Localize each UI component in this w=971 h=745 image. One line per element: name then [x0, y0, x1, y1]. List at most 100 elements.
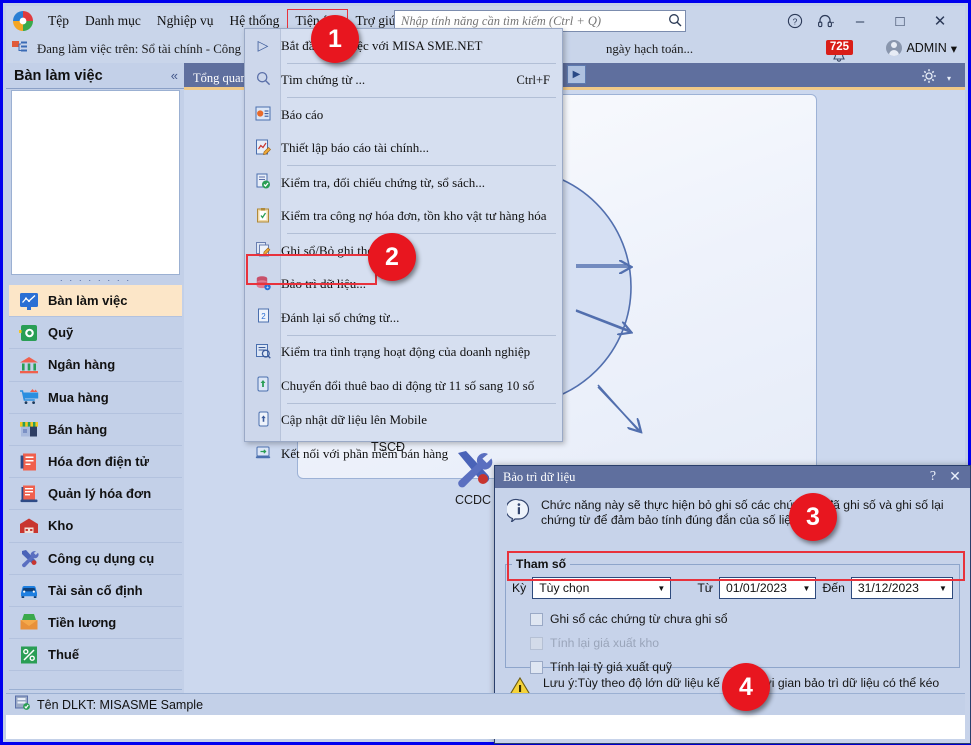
svg-text:?: ?: [793, 16, 798, 26]
to-date-combo[interactable]: 31/12/2023 ▼: [850, 577, 953, 599]
from-label: Từ: [697, 581, 713, 595]
sidebar-item-label: Mua hàng: [48, 389, 109, 405]
period-label: Kỳ: [512, 581, 527, 595]
safe-icon: [18, 322, 40, 344]
menu-item-kiem-tra-doi-chieu[interactable]: Kiểm tra, đối chiếu chứng từ, sổ sách...: [245, 166, 562, 200]
sidebar-item-quy[interactable]: Quỹ: [9, 317, 182, 350]
dialog-title: Bảo trì dữ liệu: [503, 469, 576, 484]
minimize-button[interactable]: –: [841, 8, 879, 34]
sidebar-resize-grip[interactable]: · · · · · · · ·: [11, 276, 180, 285]
sidebar-item-mua-hang[interactable]: Mua hàng: [9, 382, 182, 414]
working-on-label: Đang làm việc trên: Sổ tài chính - Công …: [37, 42, 255, 56]
menu-item-tim-chung-tu[interactable]: Tìm chứng từ ... Ctrl+F: [245, 64, 562, 98]
report-icon: [245, 106, 281, 124]
sidebar-item-hoa-don-dien-tu[interactable]: Hóa đơn điện tử: [9, 446, 182, 479]
avatar: [886, 40, 903, 56]
status-bar-text: Tên DLKT: MISASME Sample: [37, 697, 204, 712]
checkbox-label: Ghi sổ các chứng từ chưa ghi sổ: [550, 612, 728, 626]
checkbox-row[interactable]: Ghi sổ các chứng từ chưa ghi sổ: [506, 607, 959, 631]
sidebar-item-label: Tiền lương: [48, 614, 117, 630]
menu-item-tep[interactable]: Tệp: [40, 9, 77, 33]
menu-item-kiem-tra-tinh-trang[interactable]: Kiểm tra tình trạng hoạt động của doanh …: [245, 336, 562, 370]
from-date-value: 01/01/2023: [725, 581, 787, 595]
sidebar-item-ban-lam-viec[interactable]: Bàn làm việc: [9, 285, 182, 318]
from-date-combo[interactable]: 01/01/2023 ▼: [718, 577, 817, 599]
chevron-down-icon[interactable]: ▼: [652, 584, 670, 593]
menu-item-label: Chuyển đổi thuê bao di động từ 11 số san…: [281, 377, 535, 393]
database-maintenance-icon: +: [245, 275, 281, 294]
notification-count-badge[interactable]: 725: [825, 40, 853, 55]
info-icon: [505, 498, 531, 524]
gear-dropdown-caret-icon[interactable]: ▾: [947, 74, 951, 83]
callout-3: 3: [789, 493, 837, 541]
help-icon[interactable]: ?: [781, 8, 809, 34]
sidebar-item-label: Hóa đơn điện tử: [48, 454, 149, 470]
shop-icon: [18, 418, 40, 440]
post-batch-icon: [245, 241, 281, 260]
support-headset-icon[interactable]: [811, 8, 839, 34]
sidebar-item-cong-cu-dung-cu[interactable]: Công cụ dụng cụ: [9, 543, 182, 575]
menu-item-cap-nhat-du-lieu-mobile[interactable]: Cập nhật dữ liệu lên Mobile: [245, 404, 562, 438]
financial-report-setup-icon: [245, 139, 281, 158]
org-tree-icon: [11, 40, 33, 59]
menu-item-label: Bảo trì dữ liệu...: [281, 276, 367, 292]
period-combo[interactable]: Tùy chọn ▼: [532, 577, 672, 599]
user-name: ADMIN: [906, 41, 947, 55]
misa-logo: [10, 9, 36, 33]
sidebar-nav-list: Bàn làm việc Quỹ Ngân hàng Mua hàng Bán …: [9, 285, 182, 689]
menu-item-shortcut: Ctrl+F: [516, 72, 550, 87]
menu-item-label: Kiểm tra, đối chiếu chứng từ, sổ sách...: [281, 174, 485, 190]
callout-1: 1: [311, 15, 359, 63]
next-tab-arrow-icon[interactable]: ▶: [567, 65, 586, 84]
chevron-down-icon[interactable]: ▼: [934, 584, 952, 593]
sidebar-item-kho[interactable]: Kho: [9, 510, 182, 543]
collapse-sidebar-icon[interactable]: «: [171, 68, 178, 83]
check-document-icon: [245, 173, 281, 192]
menu-item-label: Kiểm tra công nợ hóa đơn, tồn kho vật tư…: [281, 208, 547, 224]
menu-item-danh-lai-so-chung-tu[interactable]: 2 Đánh lại số chứng từ...: [245, 301, 562, 335]
to-date-value: 31/12/2023: [857, 581, 919, 595]
svg-text:+: +: [266, 285, 269, 291]
user-menu[interactable]: ADMIN ▾: [886, 40, 957, 56]
checkbox-tinh-lai-ty-gia-xuat-quy[interactable]: [530, 660, 543, 674]
database-icon: [14, 695, 31, 714]
sidebar-item-quan-ly-hoa-don[interactable]: Quản lý hóa đơn: [9, 478, 182, 511]
parameters-group-title: Tham số: [512, 557, 571, 571]
sidebar-item-thue[interactable]: Thuế: [9, 639, 182, 672]
maximize-button[interactable]: □: [881, 8, 919, 34]
pos-connect-icon: [245, 445, 281, 463]
menu-item-bao-cao[interactable]: Báo cáo: [245, 98, 562, 132]
menu-item-kiem-tra-cong-no[interactable]: Kiểm tra công nợ hóa đơn, tồn kho vật tư…: [245, 200, 562, 234]
play-arrow-icon: ▷: [257, 37, 269, 54]
menu-item-label: Cập nhật dữ liệu lên Mobile: [281, 412, 428, 428]
sidebar-content-area: [11, 90, 180, 275]
search-icon[interactable]: [665, 13, 685, 30]
workdesk-icon: [18, 290, 40, 312]
sidebar-header: Bàn làm việc «: [6, 63, 184, 89]
car-icon: [18, 579, 40, 601]
application-window: Tệp Danh mục Nghiệp vụ Hệ thống Tiện ích…: [0, 0, 971, 745]
menu-item-bat-dau-lam-viec[interactable]: ▷ Bắt đầu làm việc với MISA SME.NET: [245, 29, 562, 63]
sidebar-item-ban-hang[interactable]: Bán hàng: [9, 414, 182, 446]
period-value: Tùy chọn: [539, 581, 590, 595]
sidebar-item-tai-san-co-dinh[interactable]: Tài sản cố định: [9, 575, 182, 607]
menu-item-chuyen-doi-thue-bao[interactable]: Chuyển đổi thuê bao di động từ 11 số san…: [245, 369, 562, 403]
callout-4: 4: [722, 663, 770, 711]
renumber-icon: 2: [245, 308, 281, 327]
accounting-date-label: ngày hạch toán...: [606, 42, 694, 56]
sidebar-item-ngan-hang[interactable]: Ngân hàng: [9, 349, 182, 382]
business-status-icon: [245, 343, 281, 362]
close-button[interactable]: ✕: [921, 8, 959, 34]
chevron-down-icon[interactable]: ▾: [951, 41, 957, 56]
chevron-down-icon[interactable]: ▼: [797, 584, 815, 593]
payroll-icon: [18, 611, 40, 633]
menu-item-nghiep-vu[interactable]: Nghiệp vụ: [149, 9, 222, 33]
gear-icon[interactable]: [921, 68, 937, 88]
menu-item-thiet-lap-bao-cao-tai-chinh[interactable]: Thiết lập báo cáo tài chính...: [245, 132, 562, 166]
dialog-close-button[interactable]: ✕: [944, 469, 966, 486]
checkbox-ghi-so-chung-tu[interactable]: [530, 612, 543, 626]
sidebar-item-tien-luong[interactable]: Tiền lương: [9, 607, 182, 640]
menu-item-danh-muc[interactable]: Danh mục: [77, 9, 149, 33]
sidebar-item-label: Quỹ: [48, 325, 74, 341]
dialog-help-button[interactable]: ?: [922, 469, 944, 485]
